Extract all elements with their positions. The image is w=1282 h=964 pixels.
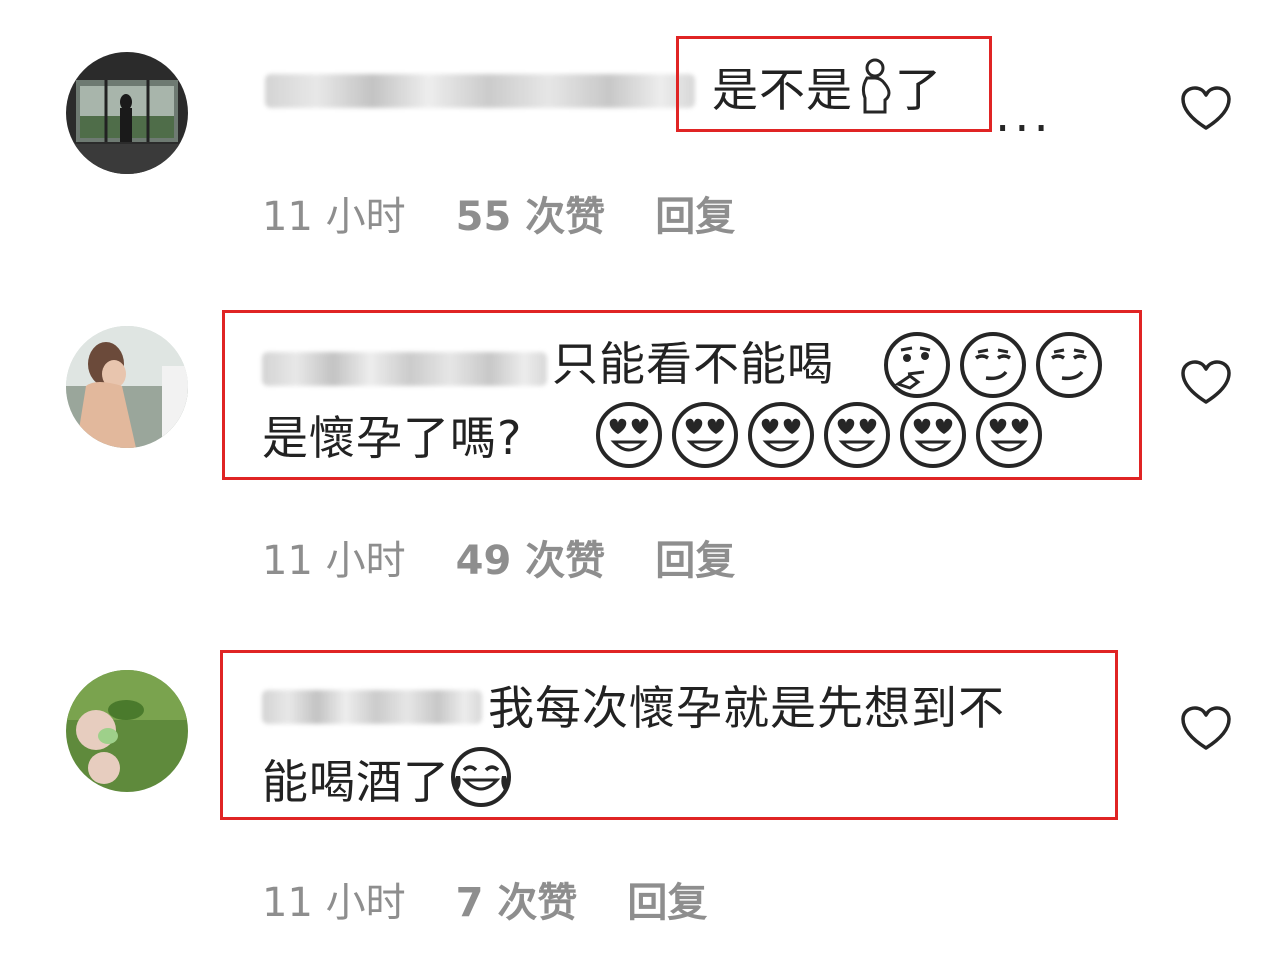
like-count[interactable]: 7 次赞 xyxy=(456,870,578,928)
more-icon[interactable]: ... xyxy=(995,91,1053,139)
like-count[interactable]: 49 次赞 xyxy=(456,528,606,586)
comment-text-line2: 能喝酒了 xyxy=(262,744,512,820)
heart-outline-icon[interactable] xyxy=(1181,706,1231,752)
comment-text-line1: 我每次懷孕就是先想到不 xyxy=(488,681,1005,735)
timestamp: 11 小时 xyxy=(262,538,406,584)
timestamp: 11 小时 xyxy=(262,194,406,240)
heart-eyes-emoji xyxy=(748,402,814,468)
reply-button[interactable]: 回复 xyxy=(655,184,735,242)
comment-meta: 11 小时 55 次赞 回复 xyxy=(262,184,785,242)
timestamp: 11 小时 xyxy=(262,880,406,926)
like-count[interactable]: 55 次赞 xyxy=(456,184,606,242)
heart-eyes-emoji xyxy=(672,402,738,468)
reply-button[interactable]: 回复 xyxy=(655,528,735,586)
avatar[interactable] xyxy=(66,326,188,448)
heart-eyes-emoji xyxy=(596,402,662,468)
tears-of-joy-emoji xyxy=(451,747,511,807)
pregnant-woman-emoji xyxy=(861,58,891,114)
heart-eyes-emoji xyxy=(900,402,966,468)
avatar[interactable] xyxy=(66,52,188,174)
emoji-row-1 xyxy=(884,332,1102,398)
heart-outline-icon[interactable] xyxy=(1181,360,1231,406)
comment-text-line2: 是懷孕了嗎? xyxy=(262,411,523,465)
comment-meta: 11 小时 49 次赞 回复 xyxy=(262,528,785,586)
thinking-face-emoji xyxy=(884,332,950,398)
emoji-row-2 xyxy=(596,402,1042,468)
comment-text-line1: 只能看不能喝 xyxy=(552,337,834,391)
username-blurred[interactable] xyxy=(265,74,695,108)
heart-eyes-emoji xyxy=(824,402,890,468)
avatar[interactable] xyxy=(66,670,188,792)
smirking-face-emoji xyxy=(960,332,1026,398)
reply-button[interactable]: 回复 xyxy=(627,870,707,928)
heart-outline-icon[interactable] xyxy=(1181,86,1231,132)
comment-meta: 11 小时 7 次赞 回复 xyxy=(262,870,757,928)
comment-text: 是不是了 xyxy=(712,52,942,128)
heart-eyes-emoji xyxy=(976,402,1042,468)
smirking-face-emoji xyxy=(1036,332,1102,398)
